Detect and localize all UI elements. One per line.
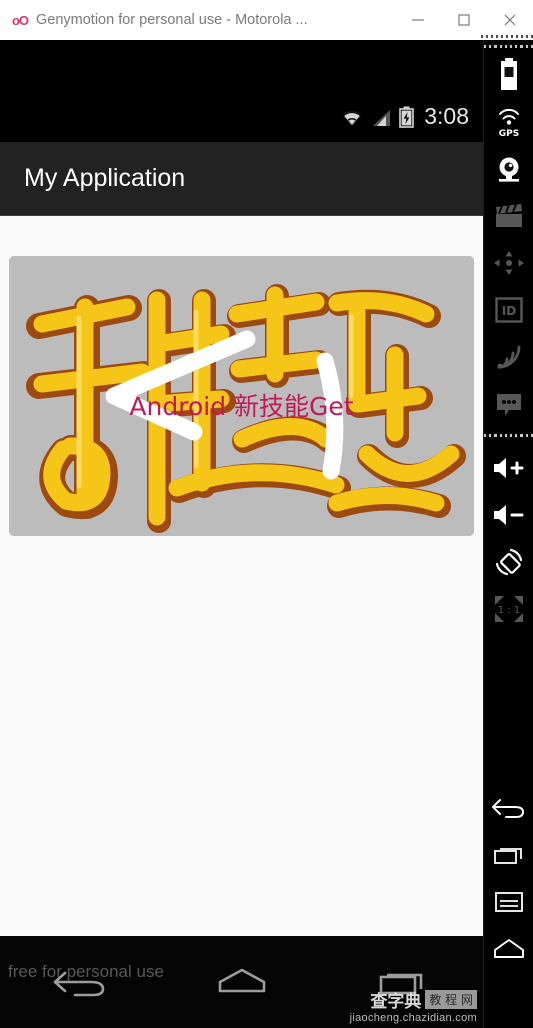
sidebar-dpad[interactable] [484, 239, 533, 286]
signal-icon [373, 110, 391, 126]
window-title: Genymotion for personal use - Motorola .… [36, 12, 308, 28]
sidebar-home[interactable] [484, 925, 533, 972]
sidebar-volume-up[interactable] [484, 444, 533, 491]
site-watermark: 查字典 教 程 网 jiaocheng.chazidian.com [350, 987, 477, 1024]
clapperboard-icon [496, 203, 522, 227]
sidebar-sms[interactable] [484, 380, 533, 427]
recents-icon [494, 847, 522, 864]
sidebar-gps[interactable]: GPS [484, 98, 533, 145]
volume-up-icon [494, 457, 524, 478]
sidebar-network[interactable] [484, 333, 533, 380]
nav-home-button[interactable] [197, 952, 287, 1012]
toolbar-dotted-divider-top [483, 40, 533, 51]
sidebar-back[interactable] [484, 784, 533, 831]
android-device-screen: 3:08 My Application Android 新技能Get free … [0, 40, 483, 1028]
status-icons: 3:08 [339, 105, 469, 128]
svg-text:GPS: GPS [499, 129, 519, 139]
image-caption-overlay: Android 新技能Get [129, 392, 354, 421]
displayed-image[interactable]: Android 新技能Get [9, 256, 474, 536]
android-status-bar: 3:08 [0, 40, 483, 142]
battery-charging-icon [399, 106, 415, 128]
camera-icon [499, 157, 519, 182]
toolbar-dotted-divider-mid [483, 427, 533, 444]
watermark-brand: 查字典 [370, 992, 422, 1012]
genymotion-window: oO Genymotion for personal use - Motorol… [0, 0, 533, 1028]
svg-text:ID: ID [502, 304, 516, 318]
rotate-icon [495, 548, 523, 575]
sidebar-identifiers[interactable]: ID [484, 286, 533, 333]
genymotion-toolbar: GPS ID 1: 1 [483, 40, 533, 1028]
minimize-button[interactable] [395, 0, 441, 40]
watermark-tag: 教 程 网 [425, 990, 477, 1009]
sidebar-volume-down[interactable] [484, 491, 533, 538]
volume-down-icon [494, 504, 524, 525]
sidebar-video[interactable] [484, 192, 533, 239]
home-icon [218, 968, 265, 993]
back-arrow-icon [492, 798, 524, 818]
android-navigation-bar: free for personal use 查字典 教 程 网 jiaochen… [0, 936, 483, 1028]
sidebar-battery[interactable] [484, 51, 533, 98]
wifi-icon [342, 110, 362, 126]
window-titlebar: oO Genymotion for personal use - Motorol… [0, 0, 533, 40]
back-arrow-icon [53, 971, 104, 997]
genymotion-logo-icon: oO [11, 12, 29, 28]
sidebar-scale[interactable]: 1 : 1 [484, 585, 533, 632]
sms-bubble-icon [497, 393, 521, 416]
battery-icon [501, 57, 517, 90]
sidebar-recents[interactable] [484, 831, 533, 878]
nav-back-button[interactable] [36, 952, 126, 1012]
sidebar-rotate[interactable] [484, 538, 533, 585]
gps-icon: GPS [499, 108, 519, 139]
network-signal-icon [497, 345, 521, 368]
status-clock: 3:08 [424, 103, 469, 129]
menu-icon [495, 891, 523, 912]
sidebar-camera[interactable] [484, 145, 533, 192]
app-content-area: Android 新技能Get S 中 °, [0, 216, 483, 936]
home-icon [494, 938, 524, 958]
watermark-url: jiaocheng.chazidian.com [349, 1012, 477, 1024]
scale-one-to-one-icon: 1 : 1 [495, 595, 523, 622]
svg-text:1 : 1: 1 : 1 [498, 605, 520, 616]
app-title: My Application [24, 164, 186, 192]
app-action-bar: My Application [0, 142, 483, 216]
id-icon: ID [495, 296, 523, 323]
sidebar-menu[interactable] [484, 878, 533, 925]
dpad-icon [494, 250, 524, 275]
titlebar-dotted-divider [477, 32, 533, 40]
